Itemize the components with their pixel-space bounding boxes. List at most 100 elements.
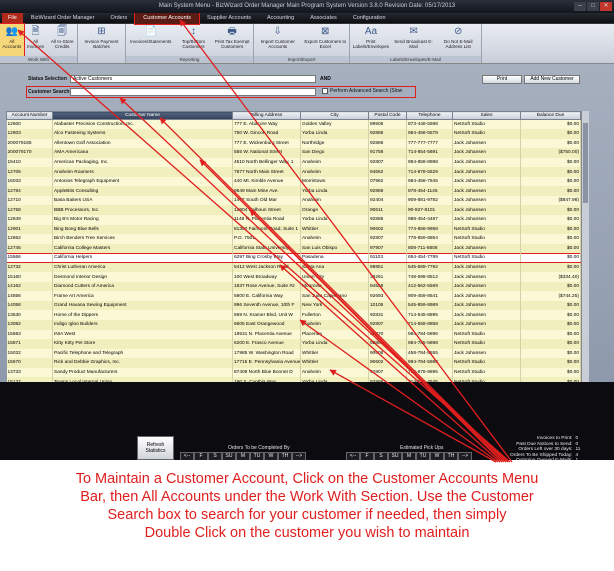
day-cell[interactable]: TH0 bbox=[444, 452, 458, 460]
table-row[interactable]: 12745 California College Masters Californi… bbox=[6, 243, 581, 254]
table-row[interactable]: 13082 Indigo Igloo Builders 6605 East Oran… bbox=[6, 319, 581, 330]
scrollbar-thumb[interactable] bbox=[583, 123, 588, 203]
menu-associates[interactable]: Associates bbox=[302, 13, 345, 24]
menu-bizwizard-order-manager[interactable]: BizWizard Order Manager bbox=[23, 13, 103, 24]
day-label[interactable]: SU bbox=[388, 452, 402, 460]
table-row[interactable]: 14058 Grand Havana Sewing Equipment 996 Se… bbox=[6, 300, 581, 311]
invoices-statements-button[interactable]: 📄 Invoices/Statements bbox=[126, 24, 176, 56]
day-cell[interactable]: <-- bbox=[346, 452, 360, 460]
table-row[interactable]: 15410 American Packaging, Inc. 4510 North … bbox=[6, 157, 581, 168]
day-label[interactable]: <-- bbox=[346, 452, 360, 460]
table-row[interactable]: 12710 Basa Baiters USA 1477 South Old Mar A… bbox=[6, 195, 581, 206]
table-row[interactable]: 15032 Pacific Telephone and Telegraph 1798… bbox=[6, 348, 581, 359]
day-cell[interactable]: SU0 bbox=[222, 452, 236, 460]
menu-customer-accounts[interactable]: Customer Accounts bbox=[134, 11, 200, 25]
table-row[interactable]: 12849 Big B's Motor Racing 1148 N. Placent… bbox=[6, 214, 581, 225]
table-row[interactable]: 14856 Frame Art America 5800 E. California… bbox=[6, 291, 581, 301]
day-cell[interactable]: SU0 bbox=[388, 452, 402, 460]
table-row[interactable]: 200079185 Allentown Golf Association 777 E… bbox=[6, 138, 581, 149]
day-cell[interactable]: TU0 bbox=[250, 452, 264, 460]
column-header[interactable]: Billing Address bbox=[232, 111, 301, 120]
day-label[interactable]: W bbox=[430, 452, 444, 460]
day-label[interactable]: TH bbox=[444, 452, 458, 460]
table-row[interactable]: 16033 Antonios Telegraph Equipment 440 Mt.… bbox=[6, 176, 581, 187]
invoice-payment-batches-button[interactable]: ⊞ Invoice Payment Batches bbox=[78, 24, 125, 63]
day-label[interactable]: M bbox=[402, 452, 416, 460]
day-cell[interactable]: S0 bbox=[374, 452, 388, 460]
day-cell[interactable]: S0 bbox=[208, 452, 222, 460]
day-cell[interactable]: F7 bbox=[194, 452, 208, 460]
print-tax-exempt-button[interactable]: 🖶 Print Tax Exempt Customers bbox=[211, 24, 253, 56]
menu-supplier-accounts[interactable]: Supplier Accounts bbox=[199, 13, 259, 24]
table-row[interactable]: 12784 AppleBits Consulting 9649 Main Mine … bbox=[6, 186, 581, 196]
day-cell[interactable]: W0 bbox=[430, 452, 444, 460]
day-cell[interactable]: F16 bbox=[360, 452, 374, 460]
status-selection-dropdown[interactable]: Active Customers bbox=[70, 75, 316, 83]
table-row[interactable]: 12706 Anaheim Roamers 7877 North Main Stre… bbox=[6, 167, 581, 177]
table-row[interactable]: 15683 INIA West 18531 N. Placentia Avenue P… bbox=[6, 329, 581, 340]
day-label[interactable]: SU bbox=[222, 452, 236, 460]
broadcast-email-button[interactable]: ✉ Send Broadcast E-Mail bbox=[392, 24, 436, 56]
column-header[interactable]: Balance Due bbox=[520, 111, 581, 120]
day-cell[interactable]: TH0 bbox=[278, 452, 292, 460]
menu-file[interactable]: File bbox=[2, 12, 23, 24]
day-label[interactable]: S bbox=[374, 452, 388, 460]
day-cell[interactable]: M0 bbox=[402, 452, 416, 460]
day-cell[interactable]: --> bbox=[292, 452, 306, 460]
column-header[interactable]: Account Number bbox=[6, 111, 53, 120]
day-label[interactable]: S bbox=[208, 452, 222, 460]
day-cell[interactable]: M0 bbox=[236, 452, 250, 460]
day-label[interactable]: F bbox=[360, 452, 374, 460]
minimize-icon[interactable]: – bbox=[574, 2, 586, 11]
column-header[interactable]: City bbox=[300, 111, 369, 120]
import-customers-button[interactable]: ⇩ Import Customer Accounts bbox=[254, 24, 302, 56]
day-label[interactable]: <-- bbox=[180, 452, 194, 460]
export-excel-button[interactable]: ⊠ Export Customers to Excel bbox=[302, 24, 350, 56]
table-row[interactable]: 12803 Alco Fastening Systems 750 W. Gincon… bbox=[6, 129, 581, 139]
all-in-store-credits-button[interactable]: 🗐 All In-Store Credits bbox=[47, 24, 77, 56]
day-label[interactable]: F bbox=[194, 452, 208, 460]
table-row[interactable]: 12600 Alabaster Precision Construction, I… bbox=[6, 119, 581, 130]
top-bottom-customers-button[interactable]: ↕ Top/Bottom Customers bbox=[176, 24, 212, 56]
table-row[interactable]: 15160 Desmond Interior Design 100 West Bro… bbox=[6, 272, 581, 282]
table-row[interactable]: 13530 Home of the Dippers 669 N. Kramer Bl… bbox=[6, 310, 581, 320]
refresh-statistics-button[interactable]: Refresh Statistics bbox=[137, 436, 174, 460]
day-label[interactable]: --> bbox=[458, 452, 472, 460]
table-row[interactable]: 12862 Birch Benders Tree Services P.O. 750… bbox=[6, 234, 581, 244]
print-labels-button[interactable]: Aa Print Labels/Envelopes bbox=[350, 24, 392, 56]
column-header[interactable]: Telephone bbox=[406, 111, 453, 120]
column-header[interactable]: Sales bbox=[452, 111, 521, 120]
day-label[interactable]: TU bbox=[250, 452, 264, 460]
day-cell[interactable]: <-- bbox=[180, 452, 194, 460]
day-label[interactable]: W bbox=[264, 452, 278, 460]
day-label[interactable]: TH bbox=[278, 452, 292, 460]
table-row[interactable]: 200079170 AMA Americana 555 W. National St… bbox=[6, 148, 581, 158]
column-header[interactable]: Customer Name bbox=[52, 111, 233, 120]
table-row[interactable]: 15566 California Helpers 6297 Bing Crosby … bbox=[6, 252, 581, 264]
table-row[interactable]: 12901 Bing Bong Blue Bells 81350 Fairmont … bbox=[6, 224, 581, 235]
table-cell: 777 E. Wickenburg Street bbox=[232, 138, 301, 149]
print-button[interactable]: Print bbox=[482, 75, 522, 84]
do-not-email-button[interactable]: ⊘ Do Not E-Mail Address List bbox=[435, 24, 481, 56]
table-row[interactable]: 14162 Diamond Cutters of America 1837 Rose… bbox=[6, 281, 581, 292]
day-cell[interactable]: W0 bbox=[264, 452, 278, 460]
close-icon[interactable]: ✕ bbox=[600, 2, 612, 11]
day-label[interactable]: M bbox=[236, 452, 250, 460]
menu-orders[interactable]: Orders bbox=[102, 13, 135, 24]
day-label[interactable]: TU bbox=[416, 452, 430, 460]
table-row[interactable]: 13733 Sandy Product Manufacturers 87409 No… bbox=[6, 367, 581, 378]
table-row[interactable]: 15670 Rick and Debbie Graphics, Inc. 17715… bbox=[6, 358, 581, 368]
table-row[interactable]: 12758 BBB Processors, Inc. 12904 Calhoun S… bbox=[6, 205, 581, 215]
menu-accounting[interactable]: Accounting bbox=[259, 13, 302, 24]
all-accounts-button[interactable]: 👥 All Accounts bbox=[0, 23, 25, 57]
add-new-customer-button[interactable]: Add New Customer bbox=[524, 75, 580, 84]
day-cell[interactable]: TU0 bbox=[416, 452, 430, 460]
table-row[interactable]: 15871 Kitty Kitty Pet Store 6200 E. Frasco… bbox=[6, 339, 581, 349]
maximize-icon[interactable]: □ bbox=[587, 2, 599, 11]
table-row[interactable]: 12732 Christ Lutheran America 5412 West Ja… bbox=[6, 262, 581, 273]
column-header[interactable]: Postal Code bbox=[368, 111, 407, 120]
menu-configuration[interactable]: Configuration bbox=[345, 13, 394, 24]
day-label[interactable]: --> bbox=[292, 452, 306, 460]
day-cell[interactable]: --> bbox=[458, 452, 472, 460]
all-invoices-button[interactable]: 🗎 All Invoices bbox=[24, 24, 48, 56]
